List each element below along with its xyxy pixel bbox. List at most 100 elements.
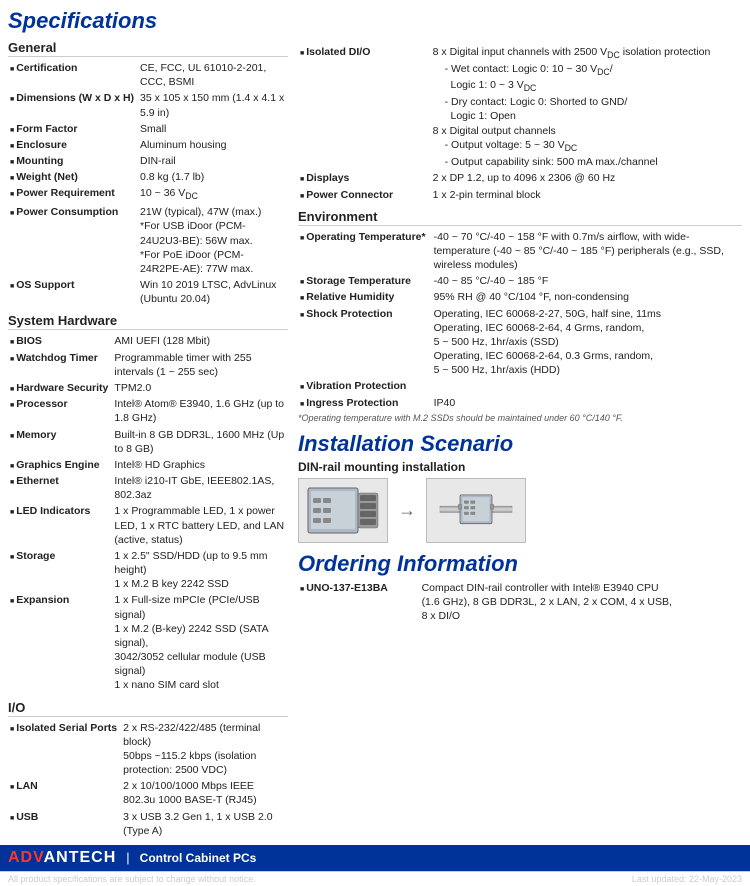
usb-label: USB: [8, 809, 121, 839]
rh-value: 95% RH @ 40 °C/104 °F, non-condensing: [432, 289, 742, 305]
ingress-value: IP40: [432, 395, 742, 411]
pwr-cons-value: 21W (typical), 47W (max.) *For USB iDoor…: [138, 204, 288, 277]
logo-adv: ADV: [8, 849, 44, 866]
proc-value: Intel® Atom® E3940, 1.6 GHz (up to 1.8 G…: [112, 396, 288, 426]
device-image-2: [426, 478, 526, 543]
order-table: UNO-137-E13BA Compact DIN-rail controlle…: [298, 580, 742, 625]
serial-value: 2 x RS-232/422/485 (terminal block) 50bp…: [121, 720, 288, 779]
table-row: Operating Temperature* -40 ~ 70 °C/-40 ~…: [298, 229, 742, 274]
rh-label: Relative Humidity: [298, 289, 432, 305]
table-row: Ethernet Intel® i210-IT GbE, IEEE802.1AS…: [8, 473, 288, 503]
footer-note: All product specifications are subject t…: [0, 871, 750, 886]
mount-label: Mounting: [8, 153, 138, 169]
table-row: Hardware Security TPM2.0: [8, 380, 288, 396]
dio-label: Isolated DI/O: [298, 44, 431, 170]
env-table: Operating Temperature* -40 ~ 70 °C/-40 ~…: [298, 229, 742, 411]
table-row: Processor Intel® Atom® E3940, 1.6 GHz (u…: [8, 396, 288, 426]
lan-label: LAN: [8, 778, 121, 808]
table-row: Ingress Protection IP40: [298, 395, 742, 411]
table-row: Enclosure Aluminum housing: [8, 137, 288, 153]
table-row: Vibration Protection: [298, 378, 742, 394]
os-value: Win 10 2019 LTSC, AdvLinux (Ubuntu 20.04…: [138, 277, 288, 307]
pwrconn-label: Power Connector: [298, 187, 431, 203]
wdt-label: Watchdog Timer: [8, 350, 112, 380]
shock-label: Shock Protection: [298, 306, 432, 379]
device-image-1: [298, 478, 388, 543]
system-table: BIOS AMI UEFI (128 Mbit) Watchdog Timer …: [8, 333, 288, 693]
disp-label: Displays: [298, 170, 431, 186]
general-table: Certification CE, FCC, UL 61010-2-201, C…: [8, 60, 288, 307]
vib-value: [432, 378, 742, 394]
pwrconn-value: 1 x 2-pin terminal block: [431, 187, 742, 203]
table-row: Power Requirement 10 ~ 36 VDC: [8, 185, 288, 204]
storage-value: 1 x 2.5" SSD/HDD (up to 9.5 mm height) 1…: [112, 548, 288, 593]
weight-label: Weight (Net): [8, 169, 138, 185]
optemp-label: Operating Temperature*: [298, 229, 432, 274]
footer-product: Control Cabinet PCs: [140, 851, 742, 865]
table-row: USB 3 x USB 3.2 Gen 1, 1 x USB 2.0 (Type…: [8, 809, 288, 839]
serial-label: Isolated Serial Ports: [8, 720, 121, 779]
table-row: LED Indicators 1 x Programmable LED, 1 x…: [8, 503, 288, 548]
install-sub: DIN-rail mounting installation: [298, 460, 742, 474]
device-svg-1: [303, 483, 383, 538]
table-row: OS Support Win 10 2019 LTSC, AdvLinux (U…: [8, 277, 288, 307]
table-row: Storage 1 x 2.5" SSD/HDD (up to 9.5 mm h…: [8, 548, 288, 593]
dio-sub2: Logic 1: 0 ~ 3 VDC: [433, 79, 537, 91]
dio-sub3: - Dry contact: Logic 0: Shorted to GND/: [433, 96, 628, 108]
exp-label: Expansion: [8, 592, 112, 693]
table-row: Displays 2 x DP 1.2, up to 4096 x 2306 @…: [298, 170, 742, 186]
hwsec-label: Hardware Security: [8, 380, 112, 396]
led-label: LED Indicators: [8, 503, 112, 548]
table-row: Memory Built-in 8 GB DDR3L, 1600 MHz (Up…: [8, 427, 288, 457]
enc-label: Enclosure: [8, 137, 138, 153]
mem-label: Memory: [8, 427, 112, 457]
wdt-value: Programmable timer with 255 intervals (1…: [112, 350, 288, 380]
pwr-req-label: Power Requirement: [8, 185, 138, 204]
table-row: BIOS AMI UEFI (128 Mbit): [8, 333, 288, 349]
table-row: Dimensions (W x D x H) 35 x 105 x 150 mm…: [8, 90, 288, 120]
table-row: Expansion 1 x Full-size mPCIe (PCIe/USB …: [8, 592, 288, 693]
page-title: Specifications: [8, 8, 288, 34]
footer-note-right: Last updated: 22-May-2023: [632, 874, 742, 884]
mem-value: Built-in 8 GB DDR3L, 1600 MHz (Up to 8 G…: [112, 427, 288, 457]
dio-sub1: - Wet contact: Logic 0: 10 ~ 30 VDC/: [433, 63, 613, 75]
env-note: *Operating temperature with M.2 SSDs sho…: [298, 413, 742, 423]
install-images: →: [298, 478, 742, 543]
bios-label: BIOS: [8, 333, 112, 349]
table-row: Power Connector 1 x 2-pin terminal block: [298, 187, 742, 203]
table-row: Mounting DIN-rail: [8, 153, 288, 169]
io-continuation: Isolated DI/O 8 x Digital input channels…: [298, 44, 742, 203]
order-sku-label: UNO-137-E13BA: [298, 580, 420, 625]
table-row: Relative Humidity 95% RH @ 40 °C/104 °F,…: [298, 289, 742, 305]
table-row: Weight (Net) 0.8 kg (1.7 lb): [8, 169, 288, 185]
left-column: Specifications General Certification CE,…: [8, 8, 288, 839]
usb-value: 3 x USB 3.2 Gen 1, 1 x USB 2.0 (Type A): [121, 809, 288, 839]
table-row: UNO-137-E13BA Compact DIN-rail controlle…: [298, 580, 742, 625]
table-row: Isolated Serial Ports 2 x RS-232/422/485…: [8, 720, 288, 779]
cert-value: CE, FCC, UL 61010-2-201, CCC, BSMI: [138, 60, 288, 90]
table-row: LAN 2 x 10/100/1000 Mbps IEEE 802.3u 100…: [8, 778, 288, 808]
gpu-value: Intel® HD Graphics: [112, 457, 288, 473]
right-column: Isolated DI/O 8 x Digital input channels…: [298, 8, 742, 839]
system-heading: System Hardware: [8, 313, 288, 330]
storage-label: Storage: [8, 548, 112, 593]
shock-value: Operating, IEC 60068-2-27, 50G, half sin…: [432, 306, 742, 379]
general-heading: General: [8, 40, 288, 57]
disp-value: 2 x DP 1.2, up to 4096 x 2306 @ 60 Hz: [431, 170, 742, 186]
mount-value: DIN-rail: [138, 153, 288, 169]
io-table: Isolated Serial Ports 2 x RS-232/422/485…: [8, 720, 288, 839]
dio-sub4: Logic 1: Open: [433, 110, 516, 122]
pwr-req-value: 10 ~ 36 VDC: [138, 185, 288, 204]
form-label: Form Factor: [8, 121, 138, 137]
env-heading: Environment: [298, 209, 742, 226]
optemp-value: -40 ~ 70 °C/-40 ~ 158 °F with 0.7m/s air…: [432, 229, 742, 274]
os-label: OS Support: [8, 277, 138, 307]
weight-value: 0.8 kg (1.7 lb): [138, 169, 288, 185]
dio-sub6: - Output capability sink: 500 mA max./ch…: [433, 156, 658, 168]
table-row: Watchdog Timer Programmable timer with 2…: [8, 350, 288, 380]
table-row: Certification CE, FCC, UL 61010-2-201, C…: [8, 60, 288, 90]
table-row: Power Consumption 21W (typical), 47W (ma…: [8, 204, 288, 277]
order-sku-value: Compact DIN-rail controller with Intel® …: [420, 580, 742, 625]
gpu-label: Graphics Engine: [8, 457, 112, 473]
table-row: Shock Protection Operating, IEC 60068-2-…: [298, 306, 742, 379]
